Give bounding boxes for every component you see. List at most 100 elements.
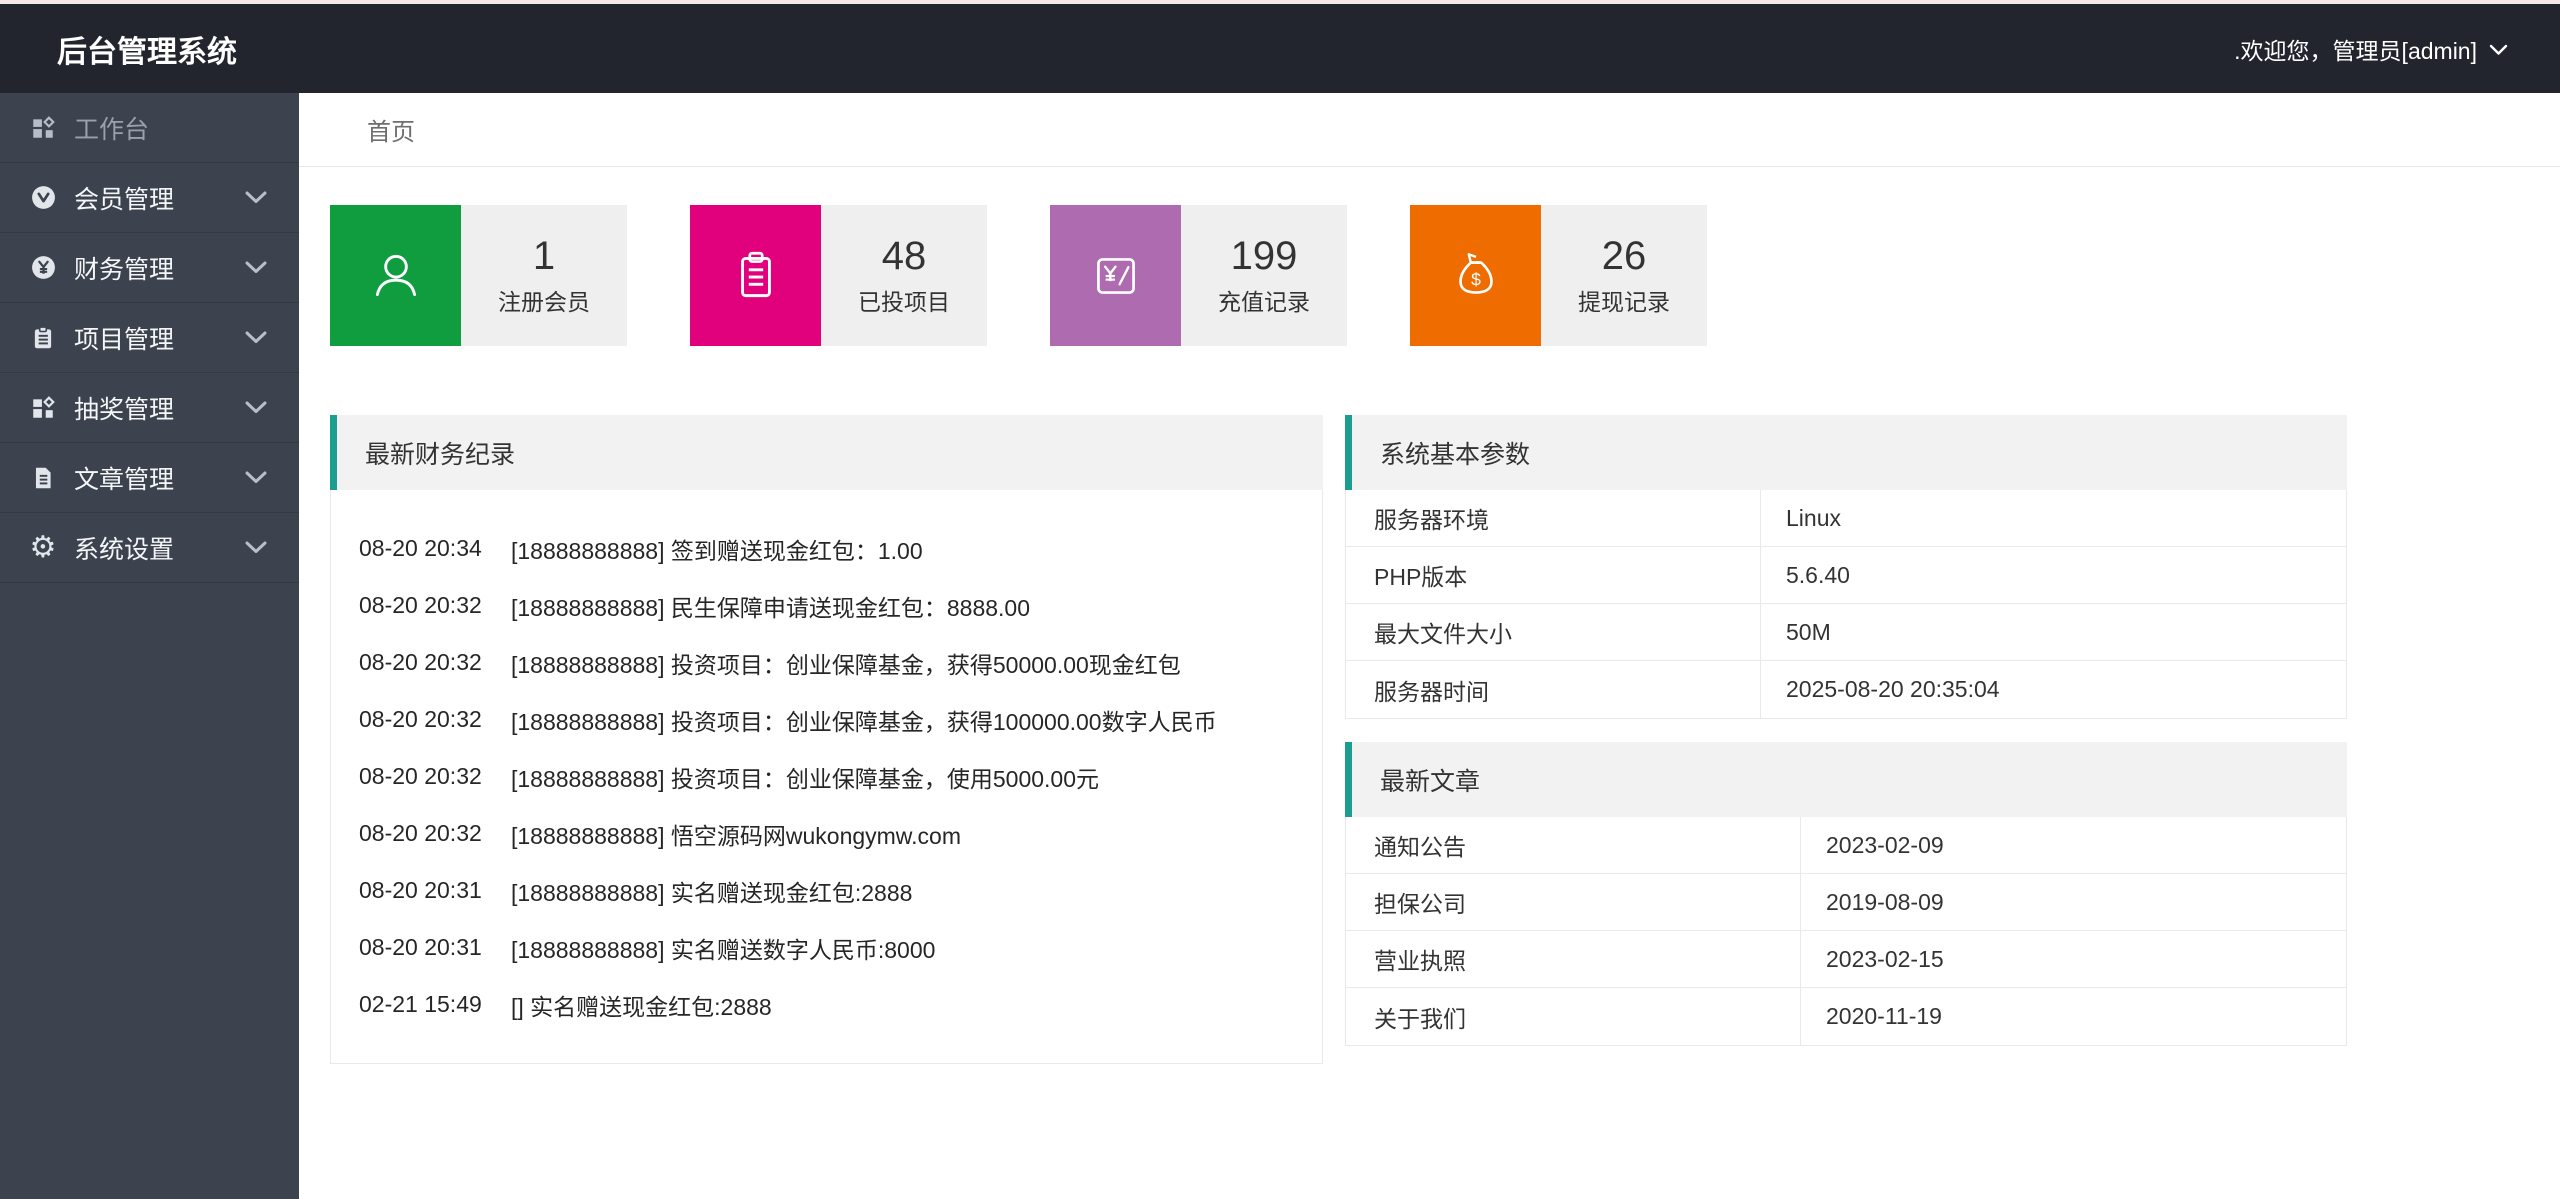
sidebar-item-label: 系统设置: [74, 530, 174, 566]
record-text: [18888888888] 实名赠送现金红包:2888: [511, 874, 912, 908]
latest-articles-header: 最新文章: [1345, 742, 2347, 817]
finance-record-row: 08-20 20:34 [18888888888] 签到赠送现金红包：1.00: [331, 520, 1322, 577]
stat-card-invested-projects[interactable]: 48 已投项目: [690, 205, 987, 346]
param-label: 最大文件大小: [1346, 604, 1761, 660]
topbar: 后台管理系统 .欢迎您，管理员[admin]: [0, 4, 2560, 93]
record-time: 08-20 20:32: [359, 649, 511, 676]
table-row: 服务器时间 2025-08-20 20:35:04: [1346, 661, 2346, 718]
record-time: 08-20 20:32: [359, 820, 511, 847]
record-text: [18888888888] 悟空源码网wukongymw.com: [511, 817, 961, 851]
content-panels: 最新财务纪录 08-20 20:34 [18888888888] 签到赠送现金红…: [330, 415, 2347, 1064]
latest-articles-table: 通知公告 2023-02-09 担保公司 2019-08-09 营业执照 202…: [1345, 817, 2347, 1046]
stat-card-body: 26 提现记录: [1541, 205, 1707, 346]
console-grid-icon: [27, 115, 59, 141]
record-text: [18888888888] 签到赠送现金红包：1.00: [511, 532, 923, 566]
record-time: 02-21 15:49: [359, 991, 511, 1018]
sidebar-item-articles[interactable]: 文章管理: [0, 443, 299, 513]
sidebar: 工作台 会员管理 财务管理: [0, 93, 299, 1199]
table-row: 最大文件大小 50M: [1346, 604, 2346, 661]
article-title: 关于我们: [1346, 988, 1801, 1045]
stat-card-body: 199 充值记录: [1181, 205, 1347, 346]
param-label: PHP版本: [1346, 547, 1761, 603]
bill-yen-icon: [1050, 205, 1181, 346]
stat-card-body: 48 已投项目: [821, 205, 987, 346]
table-row: 服务器环境 Linux: [1346, 490, 2346, 547]
member-circle-icon: [27, 184, 59, 211]
system-params-header: 系统基本参数: [1345, 415, 2347, 490]
record-text: [18888888888] 民生保障申请送现金红包：8888.00: [511, 589, 1030, 623]
system-params-table: 服务器环境 Linux PHP版本 5.6.40 最大文件大小 50M 服务器时…: [1345, 490, 2347, 719]
sidebar-item-label: 工作台: [74, 110, 149, 146]
sidebar-item-label: 会员管理: [74, 180, 174, 216]
stat-value: 199: [1231, 234, 1298, 278]
article-title: 通知公告: [1346, 817, 1801, 873]
record-time: 08-20 20:32: [359, 592, 511, 619]
record-time: 08-20 20:31: [359, 877, 511, 904]
breadcrumb-home-link[interactable]: 首页: [367, 112, 415, 147]
record-text: [18888888888] 投资项目：创业保障基金，获得50000.00现金红包: [511, 646, 1181, 680]
stat-card-withdraw-records[interactable]: $ 26 提现记录: [1410, 205, 1707, 346]
chevron-down-icon: [245, 261, 267, 274]
chevron-down-icon: [245, 541, 267, 554]
finance-record-row: 08-20 20:32 [18888888888] 悟空源码网wukongymw…: [331, 805, 1322, 862]
latest-articles-panel: 最新文章 通知公告 2023-02-09 担保公司 2019-08-09 营业执…: [1345, 742, 2347, 1046]
right-column: 系统基本参数 服务器环境 Linux PHP版本 5.6.40 最大文件大小 5…: [1345, 415, 2347, 1064]
table-row: 营业执照 2023-02-15: [1346, 931, 2346, 988]
stat-card-body: 1 注册会员: [461, 205, 627, 346]
sidebar-item-lottery[interactable]: 抽奖管理: [0, 373, 299, 443]
article-date: 2023-02-09: [1801, 817, 2346, 873]
console-grid-icon: [27, 395, 59, 421]
sidebar-item-settings[interactable]: ⚙ 系统设置: [0, 513, 299, 583]
app-title: 后台管理系统: [57, 27, 237, 71]
document-icon: [27, 465, 59, 491]
finance-record-row: 08-20 20:32 [18888888888] 投资项目：创业保障基金，获得…: [331, 634, 1322, 691]
chevron-down-icon: [245, 331, 267, 344]
record-time: 08-20 20:32: [359, 706, 511, 733]
record-time: 08-20 20:32: [359, 763, 511, 790]
clipboard-icon: [690, 205, 821, 346]
record-text: [] 实名赠送现金红包:2888: [511, 988, 772, 1022]
gear-icon: ⚙: [27, 533, 59, 563]
article-date: 2019-08-09: [1801, 874, 2346, 930]
svg-text:$: $: [1471, 269, 1481, 289]
finance-record-row: 08-20 20:31 [18888888888] 实名赠送现金红包:2888: [331, 862, 1322, 919]
clipboard-icon: [27, 325, 59, 351]
finance-record-row: 08-20 20:32 [18888888888] 投资项目：创业保障基金，使用…: [331, 748, 1322, 805]
article-title: 担保公司: [1346, 874, 1801, 930]
sidebar-item-label: 文章管理: [74, 460, 174, 496]
system-params-panel: 系统基本参数 服务器环境 Linux PHP版本 5.6.40 最大文件大小 5…: [1345, 415, 2347, 719]
param-value: 50M: [1761, 604, 2346, 660]
article-title: 营业执照: [1346, 931, 1801, 987]
stat-label: 注册会员: [498, 283, 590, 317]
stat-label: 充值记录: [1218, 283, 1310, 317]
article-date: 2020-11-19: [1801, 988, 2346, 1045]
sidebar-item-label: 财务管理: [74, 250, 174, 286]
money-bag-icon: $: [1410, 205, 1541, 346]
param-value: Linux: [1761, 490, 2346, 546]
param-label: 服务器环境: [1346, 490, 1761, 546]
finance-record-list: 08-20 20:34 [18888888888] 签到赠送现金红包：1.00 …: [330, 490, 1323, 1064]
user-menu[interactable]: .欢迎您，管理员[admin]: [2234, 32, 2508, 66]
finance-record-row: 08-20 20:32 [18888888888] 民生保障申请送现金红包：88…: [331, 577, 1322, 634]
record-time: 08-20 20:34: [359, 535, 511, 562]
yen-circle-icon: [27, 254, 59, 281]
finance-record-row: 08-20 20:32 [18888888888] 投资项目：创业保障基金，获得…: [331, 691, 1322, 748]
stat-value: 48: [882, 234, 927, 278]
sidebar-item-members[interactable]: 会员管理: [0, 163, 299, 233]
table-row: 担保公司 2019-08-09: [1346, 874, 2346, 931]
finance-panel: 最新财务纪录 08-20 20:34 [18888888888] 签到赠送现金红…: [330, 415, 1323, 1064]
table-row: 关于我们 2020-11-19: [1346, 988, 2346, 1045]
sidebar-item-finance[interactable]: 财务管理: [0, 233, 299, 303]
finance-record-row: 02-21 15:49 [] 实名赠送现金红包:2888: [331, 976, 1322, 1033]
record-text: [18888888888] 投资项目：创业保障基金，获得100000.00数字人…: [511, 703, 1217, 737]
article-date: 2023-02-15: [1801, 931, 2346, 987]
finance-panel-header: 最新财务纪录: [330, 415, 1323, 490]
sidebar-item-workbench[interactable]: 工作台: [0, 93, 299, 163]
sidebar-item-label: 项目管理: [74, 320, 174, 356]
finance-record-row: 08-20 20:31 [18888888888] 实名赠送数字人民币:8000: [331, 919, 1322, 976]
chevron-down-icon: [2489, 35, 2508, 62]
stat-card-recharge-records[interactable]: 199 充值记录: [1050, 205, 1347, 346]
stat-card-members[interactable]: 1 注册会员: [330, 205, 627, 346]
sidebar-item-projects[interactable]: 项目管理: [0, 303, 299, 373]
record-text: [18888888888] 实名赠送数字人民币:8000: [511, 931, 935, 965]
